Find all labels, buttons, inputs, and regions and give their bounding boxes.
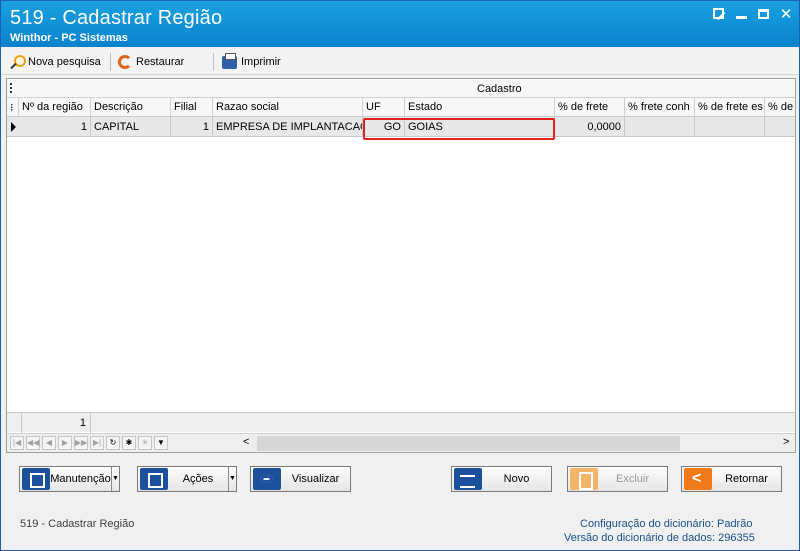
novo-button[interactable]: Novo: [451, 466, 552, 492]
visualizar-button[interactable]: Visualizar: [250, 466, 351, 492]
dropdown-arrow-icon[interactable]: ▼: [111, 467, 119, 491]
record-count: 1: [21, 413, 91, 433]
first-page-icon[interactable]: |◀: [10, 436, 24, 450]
title-bar: 519 - Cadastrar Região Winthor - PC Sist…: [1, 1, 799, 47]
new-record-icon: [454, 468, 482, 490]
column-header[interactable]: % de frete es: [695, 98, 765, 117]
filter-icon[interactable]: ▼: [154, 436, 168, 450]
cell-frete-es[interactable]: [695, 117, 765, 137]
excluir-label: Excluir: [615, 473, 649, 485]
cell-descricao[interactable]: CAPITAL: [91, 117, 171, 137]
close-button[interactable]: ✕: [777, 6, 795, 24]
toolbar-divider: [110, 53, 111, 71]
window-subtitle: Winthor - PC Sistemas: [10, 32, 128, 44]
imprimir-label: Imprimir: [241, 56, 281, 68]
imprimir-button[interactable]: Imprimir: [222, 52, 281, 71]
search-icon: [10, 55, 26, 69]
novo-label: Novo: [503, 473, 530, 485]
status-screen-name: 519 - Cadastrar Região: [20, 518, 135, 530]
prev-record-icon[interactable]: ◀: [42, 436, 56, 450]
cell-razao-social[interactable]: EMPRESA DE IMPLANTACAO LT: [213, 117, 363, 137]
data-grid[interactable]: Cadastro ⁝ Nº da região Descrição Filial…: [6, 78, 796, 453]
toolbar-divider: [213, 53, 214, 71]
retornar-button[interactable]: Retornar: [681, 466, 782, 492]
dropdown-arrow-icon[interactable]: ▼: [228, 467, 236, 491]
column-header[interactable]: Descrição: [91, 98, 171, 117]
column-header-row: ⁝ Nº da região Descrição Filial Razao so…: [7, 98, 795, 117]
eye-icon: [253, 468, 281, 490]
grid-navigator: |◀ ◀◀ ◀ ▶ ▶▶ ▶| ↻ ✱ ✳ ▼ < >: [7, 433, 795, 452]
next-page-icon[interactable]: ▶▶: [74, 436, 88, 450]
status-bar: 519 - Cadastrar Região Configuração do d…: [2, 511, 799, 550]
cell-regiao[interactable]: 1: [19, 117, 91, 137]
restaurar-label: Restaurar: [136, 56, 185, 68]
scroll-left-icon[interactable]: <: [243, 436, 249, 448]
column-header[interactable]: % frete conh: [625, 98, 695, 117]
status-config: Configuração do dicionário: Padrão: [580, 518, 752, 530]
manutencao-button[interactable]: Manutenção ▼: [19, 466, 120, 492]
column-header[interactable]: Estado: [405, 98, 555, 117]
visualizar-label: Visualizar: [291, 473, 340, 485]
cell-de[interactable]: [765, 117, 795, 137]
config-label: Configuração do dicionário:: [580, 518, 714, 530]
cell-estado[interactable]: GOIAS: [405, 117, 555, 137]
column-header[interactable]: Filial: [171, 98, 213, 117]
manutencao-label: Manutenção: [50, 473, 111, 485]
excluir-button[interactable]: Excluir: [567, 466, 668, 492]
column-header[interactable]: % de frete: [555, 98, 625, 117]
back-arrow-icon: [684, 468, 712, 490]
last-page-icon[interactable]: ▶|: [90, 436, 104, 450]
cell-uf[interactable]: GO: [363, 117, 405, 137]
maintenance-icon: [22, 468, 50, 490]
bookmark-icon[interactable]: ✱: [122, 436, 136, 450]
horizontal-scrollbar[interactable]: [257, 436, 680, 451]
row-indicator-icon: [11, 122, 16, 132]
column-header[interactable]: UF: [363, 98, 405, 117]
trash-icon: [570, 468, 598, 490]
column-header[interactable]: % de: [765, 98, 795, 117]
acoes-label: Ações: [182, 473, 214, 485]
prev-page-icon[interactable]: ◀◀: [26, 436, 40, 450]
printer-icon: [222, 52, 237, 69]
actions-icon: [140, 468, 168, 490]
app-window: 519 - Cadastrar Região Winthor - PC Sist…: [0, 0, 800, 551]
window-title: 519 - Cadastrar Região: [10, 7, 223, 29]
restore-icon: [118, 55, 132, 69]
band-title: Cadastro: [477, 83, 522, 95]
cell-filial[interactable]: 1: [171, 117, 213, 137]
cell-frete-conh[interactable]: [625, 117, 695, 137]
version-label: Versão do dicionário de dados:: [564, 532, 716, 544]
column-header[interactable]: Razao social: [213, 98, 363, 117]
restaurar-button[interactable]: Restaurar: [118, 53, 184, 71]
column-chooser-icon[interactable]: [10, 83, 16, 93]
column-header[interactable]: Nº da região: [19, 98, 91, 117]
status-version: Versão do dicionário de dados: 296355: [564, 532, 755, 544]
scroll-right-icon[interactable]: >: [783, 436, 789, 448]
next-record-icon[interactable]: ▶: [58, 436, 72, 450]
grid-footer: 1: [7, 412, 795, 433]
config-value: Padrão: [716, 518, 753, 530]
version-value: 296355: [718, 532, 755, 544]
goto-bookmark-icon[interactable]: ✳: [138, 436, 152, 450]
refresh-icon[interactable]: ↻: [106, 436, 120, 450]
column-chooser-icon[interactable]: ⁝: [7, 98, 19, 117]
minimize-button[interactable]: [732, 6, 750, 24]
acoes-button[interactable]: Ações ▼: [137, 466, 237, 492]
nova-pesquisa-label: Nova pesquisa: [28, 56, 101, 68]
toolbar: Nova pesquisa Restaurar Imprimir: [2, 49, 799, 75]
cell-frete[interactable]: 0,0000: [555, 117, 625, 137]
band-header: Cadastro: [7, 79, 795, 98]
retornar-label: Retornar: [725, 473, 768, 485]
table-row[interactable]: 1 CAPITAL 1 EMPRESA DE IMPLANTACAO LT GO…: [7, 117, 795, 137]
nova-pesquisa-button[interactable]: Nova pesquisa: [10, 53, 101, 71]
resize-icon[interactable]: [709, 6, 727, 24]
maximize-button[interactable]: [754, 6, 772, 24]
